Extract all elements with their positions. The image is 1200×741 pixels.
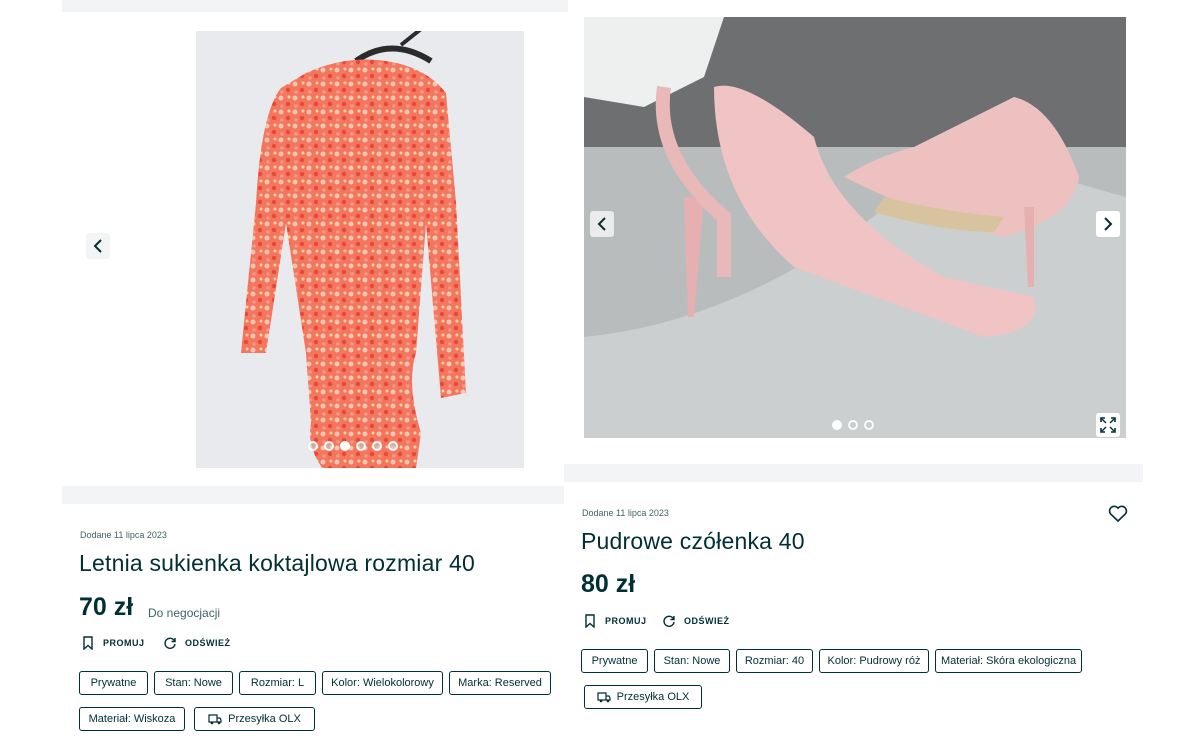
shipping-label: Przesyłka OLX: [228, 713, 301, 725]
param-tag[interactable]: Materiał: Wiskoza: [79, 707, 185, 731]
right-gallery-dots: [832, 420, 874, 430]
bookmark-icon: [585, 614, 595, 628]
right-listing-photo[interactable]: [584, 17, 1126, 438]
left-listing-photo[interactable]: [196, 31, 524, 468]
param-tag[interactable]: Prywatne: [581, 649, 648, 673]
truck-icon: [208, 714, 222, 725]
gallery-dot[interactable]: [308, 441, 318, 451]
dress-image: [241, 59, 466, 468]
listing-title: Pudrowe czółenka 40: [581, 528, 805, 554]
refresh-icon: [164, 637, 176, 649]
param-tag[interactable]: Prywatne: [79, 671, 148, 695]
right-gallery-prev-button[interactable]: [590, 211, 614, 237]
chevron-right-icon: [1104, 217, 1113, 231]
listing-title: Letnia sukienka koktajlowa rozmiar 40: [79, 550, 476, 576]
param-tag[interactable]: Stan: Nowe: [154, 671, 233, 695]
listing-date: Dodane 11 lipca 2023: [80, 530, 167, 540]
refresh-button[interactable]: ODŚWIEŻ: [662, 614, 730, 628]
bookmark-icon: [83, 636, 93, 650]
gallery-dot[interactable]: [356, 441, 366, 451]
top-divider-strip-right: [564, 0, 568, 12]
right-gallery-next-button[interactable]: [1096, 211, 1120, 237]
left-gallery-prev-button[interactable]: [86, 233, 110, 259]
gallery-dot[interactable]: [388, 441, 398, 451]
mid-divider-strip-left: [62, 486, 564, 504]
promote-label: PROMUJ: [605, 616, 647, 626]
gallery-dot[interactable]: [848, 420, 858, 430]
param-tag[interactable]: Kolor: Pudrowy róż: [819, 649, 929, 673]
gallery-dot[interactable]: [372, 441, 382, 451]
shipping-label: Przesyłka OLX: [616, 691, 690, 703]
shipping-tag[interactable]: Przesyłka OLX: [584, 685, 702, 709]
shipping-tag[interactable]: Przesyłka OLX: [194, 707, 315, 731]
gallery-dot[interactable]: [864, 420, 874, 430]
left-gallery-dots: [308, 441, 398, 451]
refresh-icon: [663, 615, 675, 627]
fullscreen-button[interactable]: [1096, 413, 1120, 437]
refresh-label: ODŚWIEŻ: [185, 638, 231, 648]
param-tag[interactable]: Materiał: Skóra ekologiczna: [935, 649, 1082, 673]
param-tag[interactable]: Rozmiar: L: [239, 671, 316, 695]
truck-icon: [597, 692, 611, 703]
promote-button[interactable]: PROMUJ: [583, 614, 647, 628]
heart-icon[interactable]: [1108, 505, 1128, 523]
listing-date: Dodane 11 lipca 2023: [582, 508, 669, 518]
refresh-label: ODŚWIEŻ: [684, 616, 730, 626]
mid-divider-strip-right: [564, 464, 1143, 482]
param-tag[interactable]: Stan: Nowe: [654, 649, 730, 673]
listing-price: 80 zł: [581, 570, 636, 598]
param-tag[interactable]: Rozmiar: 40: [736, 649, 813, 673]
shoes-image: [584, 17, 1126, 438]
chevron-left-icon: [93, 239, 102, 253]
param-tag[interactable]: Marka: Reserved: [449, 671, 551, 695]
gallery-dot-active[interactable]: [340, 441, 350, 451]
param-tag[interactable]: Kolor: Wielokolorowy: [322, 671, 443, 695]
refresh-button[interactable]: ODŚWIEŻ: [163, 636, 231, 650]
expand-icon: [1100, 417, 1116, 433]
listing-price: 70 zł: [79, 593, 134, 621]
chevron-left-icon: [597, 217, 606, 231]
gallery-dot[interactable]: [324, 441, 334, 451]
negotiable-label: Do negocjacji: [148, 606, 221, 620]
promote-button[interactable]: PROMUJ: [81, 636, 145, 650]
gallery-dot-active[interactable]: [832, 420, 842, 430]
promote-label: PROMUJ: [103, 638, 145, 648]
top-divider-strip: [62, 0, 564, 12]
